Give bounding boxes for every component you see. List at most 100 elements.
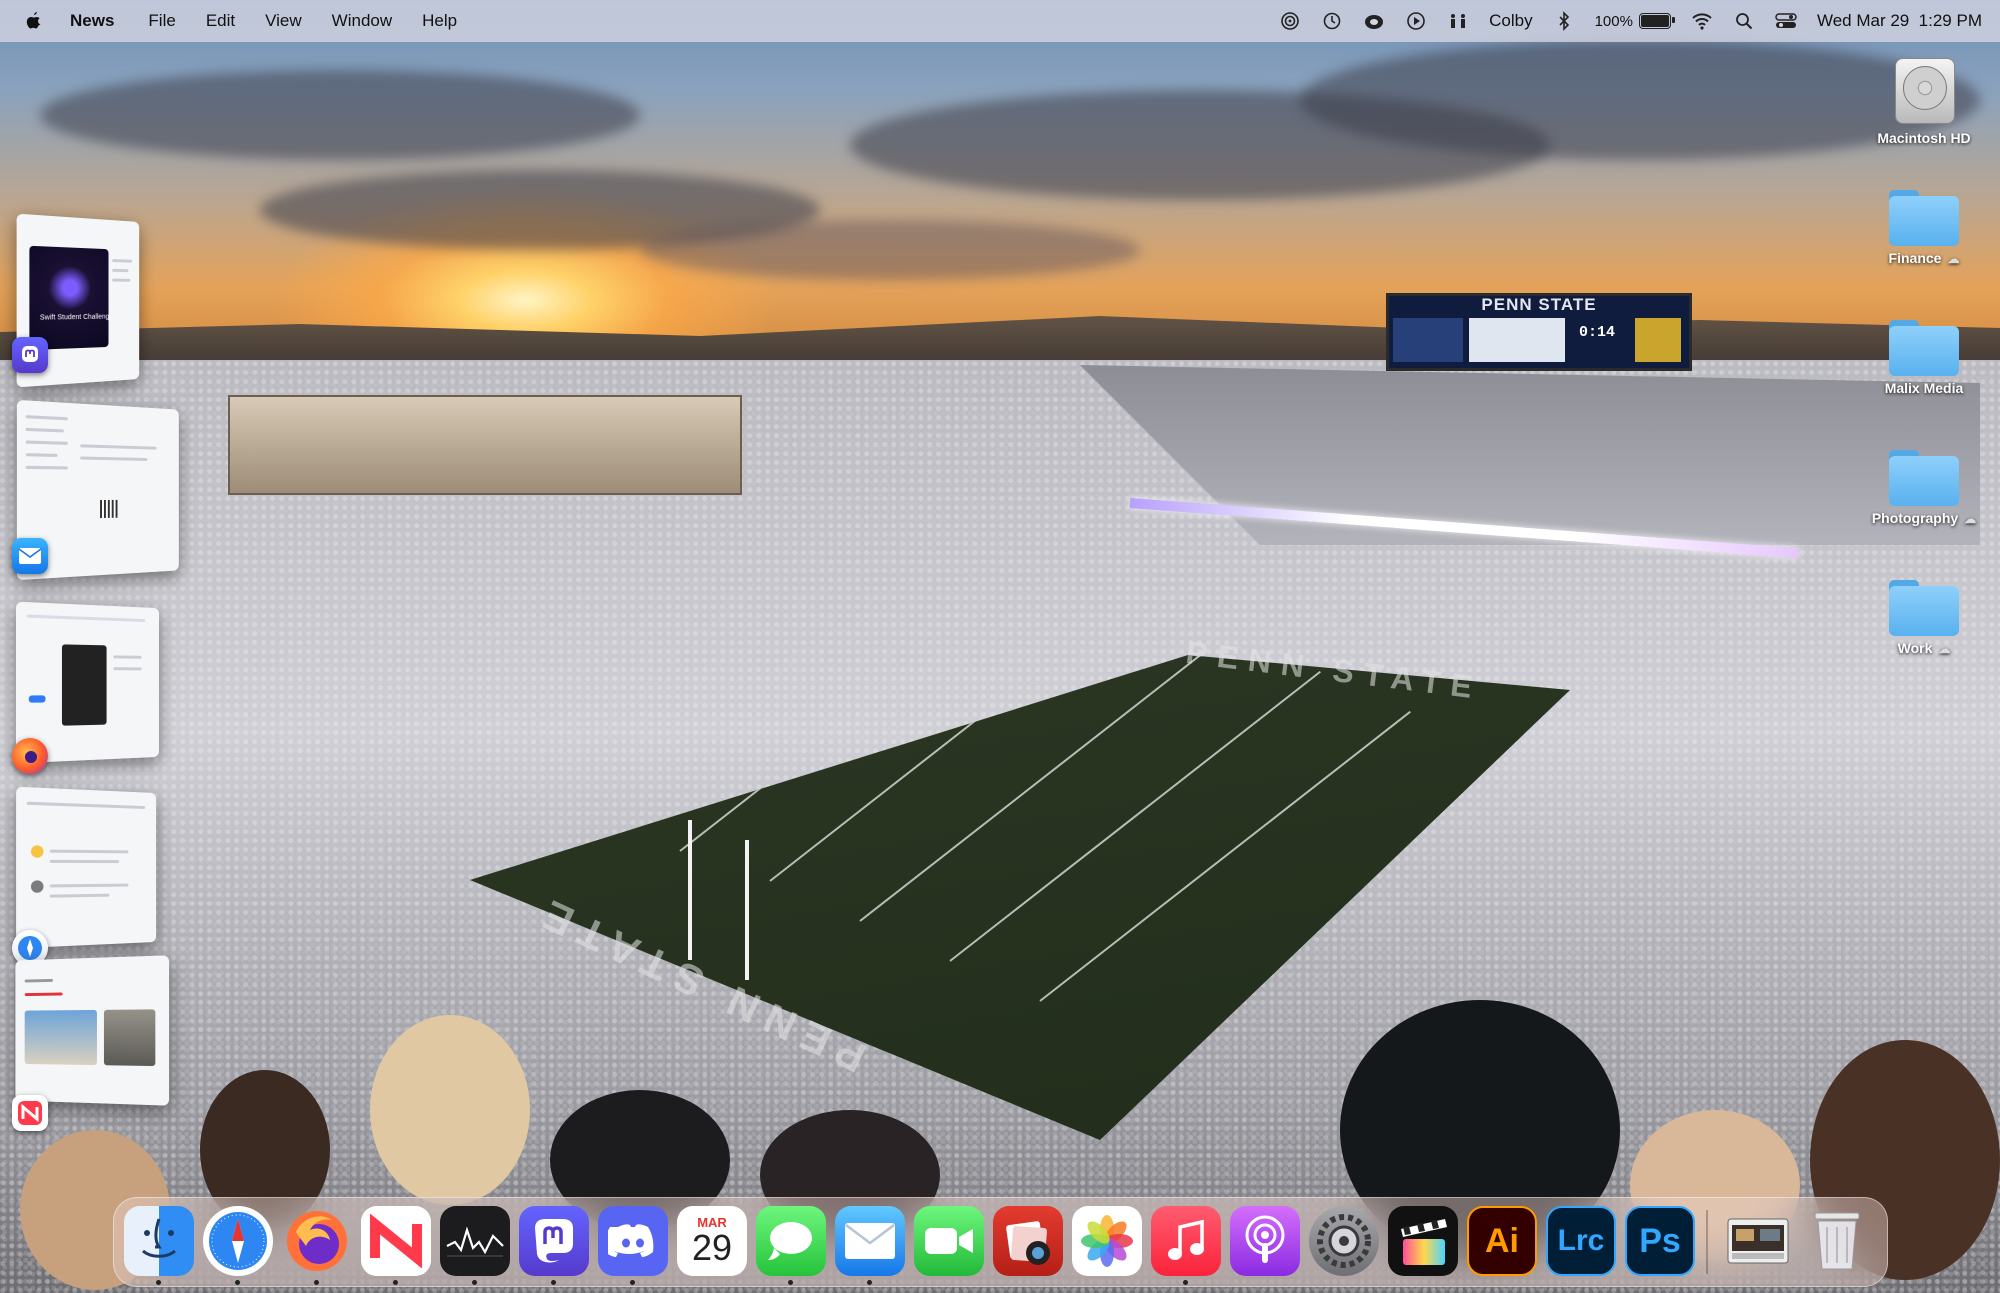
final-cut-pro-icon: [1401, 1219, 1447, 1265]
finder-icon: [142, 1218, 176, 1258]
running-indicator: [156, 1280, 161, 1285]
battery-icon[interactable]: [1638, 13, 1675, 29]
wifi-icon[interactable]: [1691, 10, 1713, 32]
desktop-icon-finance[interactable]: Finance ☁: [1854, 190, 1994, 266]
photos-icon: [1081, 1215, 1133, 1267]
menu-window[interactable]: Window: [332, 11, 392, 31]
desktop-icon-macintosh-hd[interactable]: Macintosh HD: [1854, 54, 1994, 146]
bluetooth-icon[interactable]: [1553, 10, 1575, 32]
firefox-icon: [287, 1211, 347, 1271]
dock-photos[interactable]: [1072, 1206, 1142, 1276]
messages-icon: [768, 1222, 812, 1260]
dock-finder[interactable]: [124, 1206, 194, 1276]
apple-menu-icon[interactable]: [22, 10, 42, 32]
scoreboard-panel: [1469, 318, 1565, 362]
desktop-icon-malix-media[interactable]: Malix Media: [1854, 320, 1994, 396]
airdrop-icon[interactable]: [1279, 10, 1301, 32]
stage-window-safari[interactable]: [16, 786, 157, 949]
dock-lightroom-classic[interactable]: Lrc: [1546, 1206, 1616, 1276]
goalpost: [688, 820, 692, 960]
dock-trash[interactable]: [1802, 1206, 1872, 1276]
icloud-icon: ☁: [1938, 642, 1951, 656]
dock-final-cut-pro[interactable]: [1388, 1206, 1458, 1276]
dock-music[interactable]: [1151, 1206, 1221, 1276]
illustrator-icon: Ai: [1485, 1221, 1519, 1260]
wallpaper-cloud: [40, 70, 640, 160]
folder-icon: [1889, 450, 1959, 506]
news-icon: [361, 1206, 431, 1276]
time-machine-icon[interactable]: [1321, 10, 1343, 32]
goalpost: [745, 840, 749, 980]
thumb-avatar: [30, 845, 44, 858]
running-indicator: [1183, 1280, 1188, 1285]
field-yardline: [949, 670, 1321, 962]
control-center-icon[interactable]: [1775, 10, 1797, 32]
mastodon-icon[interactable]: [12, 337, 48, 373]
music-icon: [1168, 1219, 1204, 1260]
qr-code-icon: [100, 499, 118, 519]
dock-mastodon[interactable]: [519, 1206, 589, 1276]
running-indicator: [551, 1280, 556, 1285]
menu-app-name[interactable]: News: [70, 11, 114, 31]
wallpaper-cloud: [640, 220, 1140, 280]
menu-view[interactable]: View: [265, 11, 302, 31]
dock-podcasts[interactable]: [1230, 1206, 1300, 1276]
desktop-wallpaper: PENN STATE 0:14 PENN STATE PENN STATE: [0, 0, 2000, 1293]
scoreboard-panel: [1635, 318, 1681, 362]
menu-help[interactable]: Help: [422, 11, 457, 31]
battery-fill: [1640, 15, 1669, 27]
running-indicator: [472, 1280, 477, 1285]
folder-icon: [1889, 320, 1959, 376]
thumb-preview-image: [29, 245, 109, 351]
firefox-icon[interactable]: [12, 738, 48, 774]
dock-downloads-stack[interactable]: [1723, 1206, 1793, 1276]
running-indicator: [630, 1280, 635, 1285]
stadium-scoreboard: PENN STATE 0:14: [1386, 293, 1692, 371]
play-icon[interactable]: [1405, 10, 1427, 32]
dock-illustrator[interactable]: Ai: [1467, 1206, 1537, 1276]
dock-news[interactable]: [361, 1206, 431, 1276]
spotlight-search-icon[interactable]: [1733, 10, 1755, 32]
hard-drive-icon: [1889, 54, 1959, 126]
running-indicator: [393, 1280, 398, 1285]
desktop-icon-label: Finance: [1888, 250, 1942, 266]
menu-bar-clock[interactable]: Wed Mar 29 1:29 PM: [1817, 11, 1982, 31]
safari-icon: [209, 1212, 267, 1270]
stocks-icon: [446, 1226, 504, 1257]
dock-stocks[interactable]: [440, 1206, 510, 1276]
mail-icon[interactable]: [12, 538, 48, 574]
dock-photo-booth[interactable]: [993, 1206, 1063, 1276]
crowd-head: [370, 1015, 530, 1205]
desktop-icon-label: Malix Media: [1884, 380, 1964, 396]
calendar-day: 29: [691, 1226, 733, 1268]
news-icon[interactable]: [12, 1095, 48, 1131]
photo-booth-icon: [1006, 1221, 1050, 1265]
thumb-caption: Swift Student Challenge: [39, 313, 113, 322]
dock: MAR 29 Ai Lrc Ps: [113, 1197, 1888, 1287]
thumb-avatar: [30, 880, 44, 893]
battery-percent[interactable]: 100%: [1595, 13, 1633, 30]
menu-file[interactable]: File: [148, 11, 175, 31]
dock-firefox[interactable]: [282, 1206, 352, 1276]
dock-mail[interactable]: [835, 1206, 905, 1276]
dock-separator: [1706, 1210, 1708, 1274]
accessibility-icon[interactable]: [1447, 10, 1469, 32]
dock-system-settings[interactable]: [1309, 1206, 1379, 1276]
photoshop-icon: Ps: [1639, 1221, 1681, 1260]
desktop-icon-photography[interactable]: Photography ☁: [1854, 450, 1994, 526]
downloads-stack-icon: [1727, 1218, 1789, 1264]
menu-edit[interactable]: Edit: [206, 11, 235, 31]
menu-bar: News File Edit View Window Help Colby 10…: [0, 0, 2000, 42]
dock-facetime[interactable]: [914, 1206, 984, 1276]
dock-photoshop[interactable]: Ps: [1625, 1206, 1695, 1276]
discord-icon: [608, 1224, 654, 1257]
dock-calendar[interactable]: MAR 29: [677, 1206, 747, 1276]
dock-messages[interactable]: [756, 1206, 826, 1276]
user-name[interactable]: Colby: [1489, 11, 1532, 31]
dock-safari[interactable]: [203, 1206, 273, 1276]
dock-discord[interactable]: [598, 1206, 668, 1276]
desktop-icon-work[interactable]: Work ☁: [1854, 580, 1994, 656]
stage-window-news[interactable]: [15, 955, 170, 1106]
creative-cloud-icon[interactable]: [1363, 10, 1385, 32]
thumb-preview-image: [61, 644, 107, 726]
